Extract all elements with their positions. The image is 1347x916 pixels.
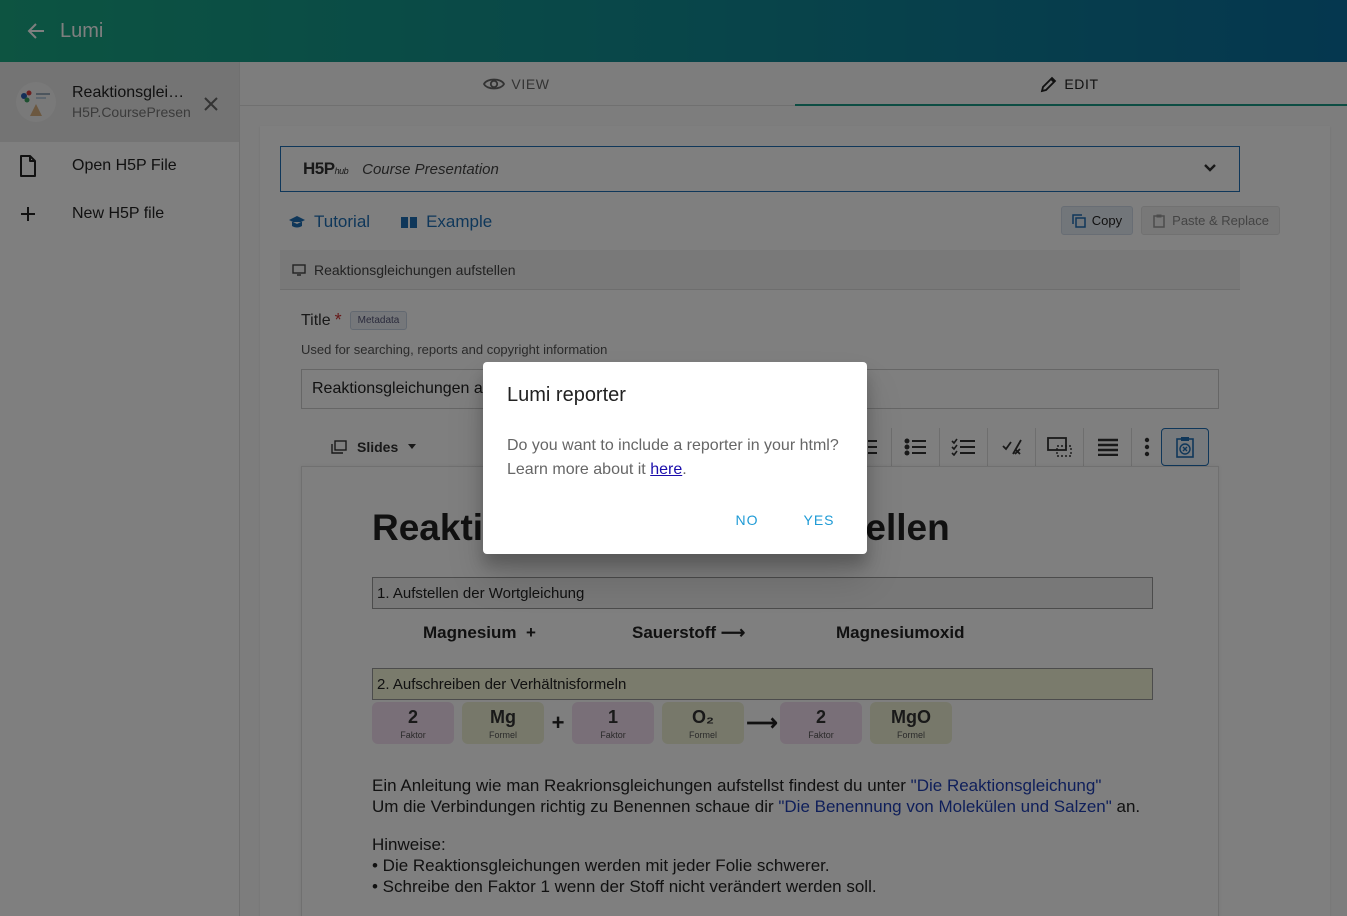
- dialog-title: Lumi reporter: [507, 384, 626, 406]
- dialog-learn-more: Learn more about it: [507, 461, 651, 478]
- no-button[interactable]: NO: [715, 502, 779, 538]
- dialog-question: Do you want to include a reporter in you…: [507, 437, 839, 454]
- reporter-dialog: Lumi reporter Do you want to include a r…: [483, 362, 867, 554]
- here-link[interactable]: here: [650, 461, 682, 478]
- dialog-body: Do you want to include a reporter in you…: [507, 434, 852, 482]
- dialog-period: .: [682, 461, 687, 478]
- yes-button[interactable]: YES: [787, 502, 851, 538]
